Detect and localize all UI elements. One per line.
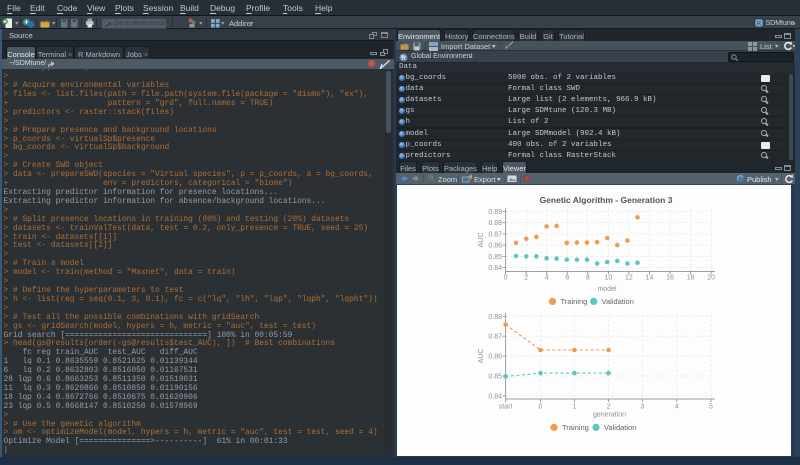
svg-text:R: R xyxy=(401,55,406,62)
svg-text:Validation: Validation xyxy=(602,297,634,306)
svg-text:3: 3 xyxy=(641,404,645,411)
svg-text:0.88: 0.88 xyxy=(488,220,502,227)
svg-text:Training: Training xyxy=(561,297,588,306)
svg-text:0.85: 0.85 xyxy=(488,374,502,381)
svg-text:0.85: 0.85 xyxy=(488,254,502,261)
svg-text:AUC: AUC xyxy=(478,233,485,248)
svg-text:0: 0 xyxy=(504,275,508,282)
svg-text:0.86: 0.86 xyxy=(488,243,502,250)
svg-text:generation: generation xyxy=(593,412,626,419)
svg-text:0.89: 0.89 xyxy=(488,209,502,216)
svg-text:0.86: 0.86 xyxy=(488,354,502,361)
svg-text:8: 8 xyxy=(586,275,590,282)
svg-text:18: 18 xyxy=(687,275,695,282)
svg-text:AUC: AUC xyxy=(478,349,485,364)
svg-text:5: 5 xyxy=(709,404,713,411)
svg-text:model: model xyxy=(597,286,617,293)
svg-text:start: start xyxy=(499,404,513,411)
svg-text:0.87: 0.87 xyxy=(488,231,502,238)
svg-text:14: 14 xyxy=(646,275,654,282)
svg-text:0.88: 0.88 xyxy=(488,314,502,321)
svg-text:0.84: 0.84 xyxy=(488,265,502,272)
svg-text:6: 6 xyxy=(565,275,569,282)
svg-text:1: 1 xyxy=(572,404,576,411)
svg-text:2: 2 xyxy=(607,404,611,411)
svg-text:0: 0 xyxy=(539,404,543,411)
svg-text:4: 4 xyxy=(675,404,679,411)
svg-text:Training: Training xyxy=(562,423,589,432)
svg-text:20: 20 xyxy=(707,275,715,282)
svg-text:4: 4 xyxy=(545,275,549,282)
svg-text:Genetic Algorithm - Generation: Genetic Algorithm - Generation 3 xyxy=(540,195,673,205)
svg-text:R: R xyxy=(757,22,762,28)
svg-text:2: 2 xyxy=(524,275,528,282)
svg-text:12: 12 xyxy=(625,275,633,282)
svg-text:Validation: Validation xyxy=(604,423,636,432)
svg-text:0.87: 0.87 xyxy=(488,334,502,341)
svg-text:0.84: 0.84 xyxy=(488,393,502,400)
svg-text:10: 10 xyxy=(605,275,613,282)
svg-text:16: 16 xyxy=(666,275,674,282)
